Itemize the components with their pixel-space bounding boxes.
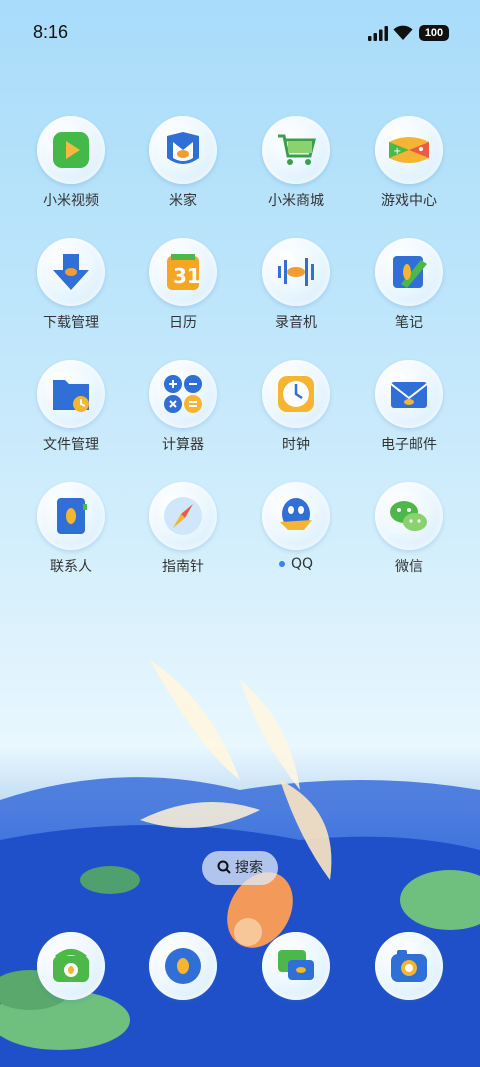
- app-label: 文件管理: [43, 437, 99, 453]
- camera-icon: [375, 932, 443, 1000]
- calendar-day: 31: [173, 264, 201, 288]
- gamepad-icon: +: [375, 116, 443, 184]
- status-time: 8:16: [33, 22, 69, 42]
- recorder-icon: [262, 238, 330, 306]
- qq-icon: [262, 482, 330, 550]
- app-qq[interactable]: QQ: [241, 482, 351, 572]
- status-bar: 8:16 100: [0, 0, 480, 68]
- mail-icon: [375, 360, 443, 428]
- app-file-manager[interactable]: 文件管理: [16, 360, 126, 454]
- battery-icon: 100: [419, 25, 449, 41]
- app-label: 联系人: [50, 559, 92, 575]
- app-email[interactable]: 电子邮件: [354, 360, 464, 454]
- app-label: 笔记: [395, 315, 423, 331]
- app-label: 小米商城: [268, 193, 324, 209]
- wechat-icon: [375, 482, 443, 550]
- search-label: 搜索: [235, 860, 263, 876]
- phone-icon: [37, 932, 105, 1000]
- app-clock[interactable]: 时钟: [241, 360, 351, 454]
- dock-phone[interactable]: [16, 932, 126, 1000]
- browser-icon: [149, 932, 217, 1000]
- clock-icon: [262, 360, 330, 428]
- new-install-dot: [278, 561, 285, 567]
- app-label: 微信: [395, 559, 423, 575]
- messages-icon: [262, 932, 330, 1000]
- dock-messages[interactable]: [241, 932, 351, 1000]
- app-label: 小米视频: [43, 193, 99, 209]
- app-label: QQ: [241, 556, 351, 572]
- app-compass[interactable]: 指南针: [128, 482, 238, 576]
- svg-text:+: +: [393, 146, 401, 157]
- compass-icon: [149, 482, 217, 550]
- app-label: 电子邮件: [381, 437, 437, 453]
- calculator-icon: [149, 360, 217, 428]
- app-recorder[interactable]: 录音机: [241, 238, 351, 332]
- app-mi-video[interactable]: 小米视频: [16, 116, 126, 210]
- wifi-icon: [393, 25, 413, 40]
- app-label: 日历: [169, 315, 197, 331]
- app-wechat[interactable]: 微信: [354, 482, 464, 576]
- app-mi-store[interactable]: 小米商城: [241, 116, 351, 210]
- notes-icon: [375, 238, 443, 306]
- app-label: 游戏中心: [381, 193, 437, 209]
- app-contacts[interactable]: 联系人: [16, 482, 126, 576]
- app-label: 计算器: [162, 437, 204, 453]
- mijia-icon: [149, 116, 217, 184]
- dock-camera[interactable]: [354, 932, 464, 1000]
- dock-browser[interactable]: [128, 932, 238, 1000]
- app-game-center[interactable]: + 游戏中心: [354, 116, 464, 210]
- app-label: 录音机: [275, 315, 317, 331]
- folder-icon: [37, 360, 105, 428]
- app-calculator[interactable]: 计算器: [128, 360, 238, 454]
- app-label: 时钟: [282, 437, 310, 453]
- calendar-icon: 31: [149, 238, 217, 306]
- search-button[interactable]: 搜索: [202, 851, 278, 885]
- signal-icon: [368, 26, 388, 41]
- download-icon: [37, 238, 105, 306]
- app-calendar[interactable]: 31 日历: [128, 238, 238, 332]
- video-icon: [37, 116, 105, 184]
- search-icon: [217, 860, 231, 874]
- app-label: 下载管理: [43, 315, 99, 331]
- app-label: 指南针: [162, 559, 204, 575]
- app-downloads[interactable]: 下载管理: [16, 238, 126, 332]
- contacts-icon: [37, 482, 105, 550]
- app-mijia[interactable]: 米家: [128, 116, 238, 210]
- shopping-cart-icon: [262, 116, 330, 184]
- app-label: 米家: [169, 193, 197, 209]
- app-notes[interactable]: 笔记: [354, 238, 464, 332]
- app-label-text: QQ: [290, 556, 314, 572]
